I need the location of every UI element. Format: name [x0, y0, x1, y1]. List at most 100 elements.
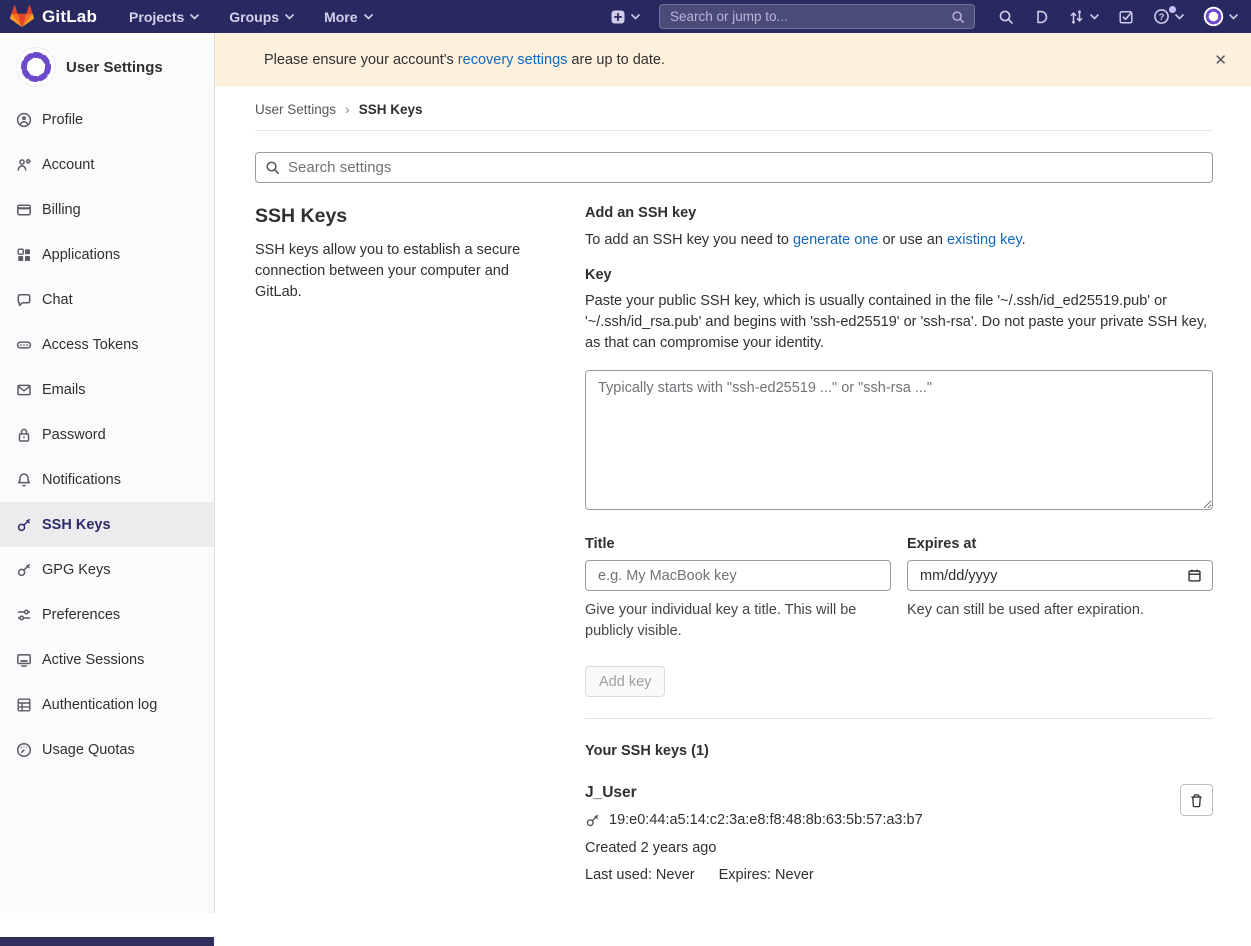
- chat-bubble-icon: [16, 292, 32, 308]
- chevron-down-icon: [631, 14, 640, 20]
- lock-icon: [16, 427, 32, 443]
- key-field-description: Paste your public SSH key, which is usua…: [585, 291, 1213, 354]
- global-search[interactable]: [659, 4, 975, 29]
- expires-field-group: Expires at mm/dd/yyyy Key can still be u…: [907, 536, 1213, 642]
- grid-icon: [16, 247, 32, 263]
- expires-field-help: Key can still be used after expiration.: [907, 600, 1213, 621]
- expires-field-label: Expires at: [907, 536, 1213, 552]
- key-name: J_User: [585, 784, 1165, 802]
- trash-icon: [1189, 793, 1204, 808]
- key-last-used: Last used: Never: [585, 867, 695, 883]
- todos-button[interactable]: [1118, 9, 1134, 25]
- add-key-button[interactable]: Add key: [585, 666, 665, 697]
- key-icon: [585, 813, 600, 828]
- gauge-icon: [16, 742, 32, 758]
- chevron-down-icon: [190, 14, 199, 20]
- key-usage-row: Last used: Never Expires: Never: [585, 867, 1165, 883]
- chevron-down-icon: [285, 14, 294, 20]
- sidebar-item-applications[interactable]: Applications: [0, 232, 214, 277]
- sidebar-header: User Settings: [0, 47, 214, 87]
- generate-one-link[interactable]: generate one: [793, 232, 878, 248]
- key-fingerprint-row: 19:e0:44:a5:14:c2:3a:e8:f8:48:8b:63:5b:5…: [585, 812, 1165, 828]
- sidebar-item-notifications[interactable]: Notifications: [0, 457, 214, 502]
- nav-more[interactable]: More: [324, 9, 372, 25]
- title-field-group: Title Give your individual key a title. …: [585, 536, 891, 642]
- sidebar-item-profile[interactable]: Profile: [0, 97, 214, 142]
- gitlab-logo-text: GitLab: [42, 7, 97, 27]
- search-icon: [951, 10, 965, 24]
- main-content: Please ensure your account's recovery se…: [215, 33, 1251, 913]
- token-icon: [16, 337, 32, 353]
- sliders-icon: [16, 607, 32, 623]
- issues-button[interactable]: [1033, 9, 1049, 25]
- add-ssh-key-intro: To add an SSH key you need to generate o…: [585, 230, 1213, 251]
- help-button[interactable]: ?: [1153, 8, 1184, 25]
- recovery-settings-link[interactable]: recovery settings: [458, 52, 568, 68]
- settings-search-input[interactable]: [255, 152, 1213, 183]
- expires-at-input[interactable]: mm/dd/yyyy: [907, 560, 1213, 591]
- sidebar-item-billing[interactable]: Billing: [0, 187, 214, 232]
- key-fingerprint: 19:e0:44:a5:14:c2:3a:e8:f8:48:8b:63:5b:5…: [609, 812, 923, 828]
- gitlab-logo[interactable]: GitLab: [10, 5, 97, 28]
- sidebar-item-ssh-keys[interactable]: SSH Keys: [0, 502, 214, 547]
- your-ssh-keys-title: Your SSH keys (1): [585, 743, 1213, 759]
- key-title-input[interactable]: [585, 560, 891, 591]
- sidebar-item-access-tokens[interactable]: Access Tokens: [0, 322, 214, 367]
- key-created: Created 2 years ago: [585, 840, 1165, 856]
- key-icon: [16, 562, 32, 578]
- ssh-key-list-item: J_User 19:e0:44:a5:14:c2:3a:e8:f8:48:8b:…: [585, 784, 1213, 883]
- nav-groups[interactable]: Groups: [229, 9, 294, 25]
- ssh-key-textarea[interactable]: [585, 370, 1213, 510]
- sidebar-item-password[interactable]: Password: [0, 412, 214, 457]
- monitor-icon: [16, 652, 32, 668]
- log-table-icon: [16, 697, 32, 713]
- top-navbar: GitLab Projects Groups More: [0, 0, 1251, 33]
- breadcrumb-user-settings[interactable]: User Settings: [255, 102, 336, 117]
- sidebar-item-account[interactable]: Account: [0, 142, 214, 187]
- ssh-key-form-column: Add an SSH key To add an SSH key you nee…: [585, 205, 1213, 883]
- chevron-down-icon: [1175, 14, 1184, 20]
- page-description: SSH keys allow you to establish a secure…: [255, 240, 545, 303]
- section-divider: [585, 718, 1213, 719]
- search-icon: [265, 160, 280, 175]
- new-menu-button[interactable]: [610, 9, 640, 25]
- recovery-alert: Please ensure your account's recovery se…: [215, 33, 1251, 86]
- delete-key-button[interactable]: [1180, 784, 1213, 816]
- avatar: [16, 47, 56, 87]
- existing-key-link[interactable]: existing key: [947, 232, 1022, 248]
- envelope-icon: [16, 382, 32, 398]
- sidebar-item-emails[interactable]: Emails: [0, 367, 214, 412]
- calendar-icon[interactable]: [1187, 568, 1202, 583]
- merge-requests-button[interactable]: [1068, 9, 1099, 25]
- plus-square-icon: [610, 9, 626, 25]
- add-ssh-key-title: Add an SSH key: [585, 205, 1213, 221]
- chevron-down-icon: [1229, 14, 1238, 20]
- search-button[interactable]: [998, 9, 1014, 25]
- avatar: [1203, 6, 1224, 27]
- navbar-menu: Projects Groups More: [129, 9, 372, 25]
- sidebar-item-gpg-keys[interactable]: GPG Keys: [0, 547, 214, 592]
- bell-icon: [16, 472, 32, 488]
- key-icon: [16, 517, 32, 533]
- sidebar-item-active-sessions[interactable]: Active Sessions: [0, 637, 214, 682]
- breadcrumb: User Settings › SSH Keys: [255, 86, 1213, 131]
- profile-icon: [16, 112, 32, 128]
- issues-icon: [1033, 9, 1049, 25]
- settings-sidebar: User Settings Profile Account Billing: [0, 33, 215, 913]
- search-icon: [998, 9, 1014, 25]
- alert-close-button[interactable]: ✕: [1206, 47, 1235, 73]
- nav-projects[interactable]: Projects: [129, 9, 199, 25]
- question-circle-icon: ?: [1153, 8, 1170, 25]
- sidebar-item-usage-quotas[interactable]: Usage Quotas: [0, 727, 214, 772]
- global-search-input[interactable]: [670, 9, 951, 24]
- sidebar-item-chat[interactable]: Chat: [0, 277, 214, 322]
- user-menu-button[interactable]: [1203, 6, 1238, 27]
- todo-check-icon: [1118, 9, 1134, 25]
- svg-text:?: ?: [1159, 12, 1165, 23]
- notification-dot: [1169, 6, 1176, 13]
- key-field-label: Key: [585, 267, 1213, 283]
- sidebar-item-authentication-log[interactable]: Authentication log: [0, 682, 214, 727]
- gitlab-tanuki-icon: [10, 5, 34, 28]
- credit-card-icon: [16, 202, 32, 218]
- sidebar-item-preferences[interactable]: Preferences: [0, 592, 214, 637]
